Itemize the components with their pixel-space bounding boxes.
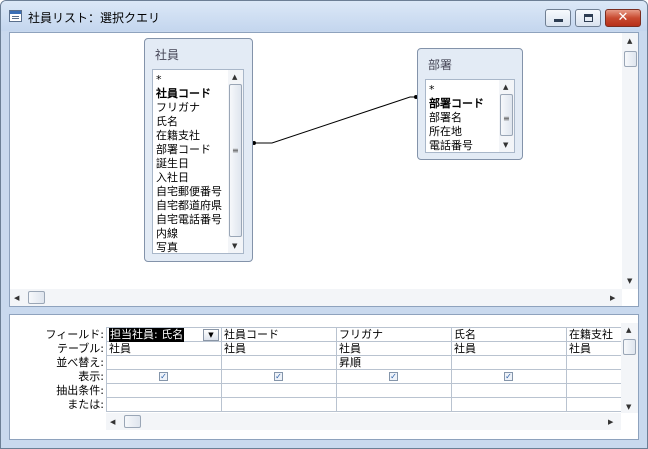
grid-row-label: または: [67, 398, 104, 411]
employee-table-title: 社員 [155, 48, 180, 62]
maximize-icon [584, 14, 593, 22]
field-list-item[interactable]: 自宅都道府県 [156, 199, 222, 213]
query-grid-pane[interactable]: フィールド: テーブル: 並べ替え: 表示: 抽出条件: または: 担当社員: 氏名 社員 ✓… [9, 314, 639, 440]
scroll-left-icon[interactable]: ◀ [14, 294, 19, 302]
grid-line [106, 355, 621, 356]
grid-cell-sort[interactable]: 昇順 [339, 356, 361, 370]
grid-cell-field[interactable]: 在籍支社 [569, 328, 613, 342]
show-checkbox[interactable]: ✓ [159, 372, 168, 381]
grid-line [336, 327, 337, 412]
field-list-item[interactable]: 氏名 [156, 115, 178, 129]
grid-cell-table[interactable]: 社員 [109, 342, 131, 356]
field-list-item[interactable]: 電話番号 [429, 139, 473, 152]
scroll-down-icon[interactable]: ▼ [627, 277, 632, 285]
grid-line [106, 369, 621, 370]
show-checkbox[interactable]: ✓ [504, 372, 513, 381]
field-list-item[interactable]: 入社日 [156, 171, 189, 185]
grid-row-label: 抽出条件: [56, 384, 104, 397]
minimize-icon [554, 19, 563, 22]
grid-scroll-up-icon[interactable]: ▲ [626, 326, 631, 334]
grid-scroll-right-icon[interactable]: ▶ [608, 418, 613, 426]
show-checkbox[interactable]: ✓ [274, 372, 283, 381]
list-scroll-thumb[interactable]: ≡ [500, 94, 513, 136]
grip-icon: ≡ [503, 114, 510, 123]
field-list-item[interactable]: 所在地 [429, 125, 462, 139]
grid-vertical-thumb[interactable] [623, 339, 636, 355]
design-grid[interactable]: 担当社員: 氏名 社員 ✓ ▼ 社員コード 社員 ✓ フリガナ 社員 昇順 ✓ 氏名 社員 ✓ 在籍支社 社員 [106, 327, 621, 412]
design-horizontal-scrollbar[interactable]: ◀ ▶ [10, 289, 622, 306]
title-bar[interactable]: 社員リスト：選択クエリ ✕ [1, 1, 647, 31]
field-list-item[interactable]: 内線 [156, 227, 178, 241]
grid-line [106, 383, 621, 384]
scroll-right-icon[interactable]: ▶ [610, 294, 615, 302]
field-dropdown-icon[interactable]: ▼ [203, 329, 219, 341]
relationship-line[interactable] [10, 33, 639, 307]
employee-field-list[interactable]: * 社員コード フリガナ 氏名 在籍支社 部署コード 誕生日 入社日 自宅郵便番号 自宅都道府県自… [152, 69, 244, 254]
list-scroll-thumb[interactable]: ≡ [229, 84, 242, 237]
grid-cell-field[interactable]: フリガナ [339, 328, 383, 342]
grip-icon: ≡ [232, 146, 239, 155]
grid-line [106, 327, 107, 412]
pane-splitter[interactable] [9, 307, 639, 312]
grid-cell-table[interactable]: 社員 [339, 342, 361, 356]
grid-horizontal-thumb[interactable] [124, 415, 141, 428]
grid-line [106, 411, 621, 412]
design-horizontal-thumb[interactable] [28, 291, 45, 304]
grid-vertical-scrollbar[interactable]: ▲ ▼ [621, 323, 638, 413]
scroll-up-icon[interactable]: ▲ [627, 37, 632, 45]
grid-line [566, 327, 567, 412]
grid-row-label: 表示: [78, 370, 104, 383]
field-list-scrollbar[interactable]: ▲ ≡ ▼ [499, 80, 514, 152]
field-list-item[interactable]: 在籍支社 [156, 129, 200, 143]
field-list-item[interactable]: 自宅郵便番号 [156, 185, 222, 199]
window-title: 社員リスト：選択クエリ [28, 11, 161, 25]
grid-cell-field[interactable]: 氏名 [454, 328, 476, 342]
grid-horizontal-scrollbar[interactable]: ◀ ▶ [106, 413, 621, 430]
grid-row-label: テーブル: [56, 342, 104, 355]
grid-scroll-left-icon[interactable]: ◀ [110, 418, 115, 426]
field-list-item[interactable]: 誕生日 [156, 157, 189, 171]
department-table-box[interactable]: 部署 * 部署コード 部署名 所在地 電話番号 ▲ ≡ ▼ [417, 48, 523, 160]
query-icon [9, 10, 22, 22]
grid-row-label: フィールド: [45, 328, 105, 341]
grid-cell-field[interactable]: 担当社員: 氏名 [109, 328, 185, 342]
field-list-item[interactable]: 部署コード [429, 97, 484, 111]
grid-cell-table[interactable]: 社員 [454, 342, 476, 356]
maximize-button[interactable] [575, 9, 601, 27]
department-table-title: 部署 [428, 58, 453, 72]
grid-scroll-down-icon[interactable]: ▼ [626, 403, 631, 411]
grid-line [106, 397, 621, 398]
field-list-item[interactable]: 写真 [156, 241, 178, 253]
grid-row-label: 並べ替え: [56, 356, 104, 369]
field-list-item[interactable]: 社員コード [156, 87, 211, 101]
field-list-item[interactable]: 部署名 [429, 111, 462, 125]
field-list-item[interactable]: * [429, 83, 435, 97]
close-icon: ✕ [617, 10, 629, 25]
field-list-item[interactable]: フリガナ [156, 101, 200, 115]
table-design-pane[interactable]: 社員 * 社員コード フリガナ 氏名 在籍支社 部署コード 誕生日 入社日 自宅郵便番号 自宅都道… [9, 32, 639, 307]
grid-line [221, 327, 222, 412]
close-button[interactable]: ✕ [605, 9, 641, 27]
query-window: 社員リスト：選択クエリ ✕ 社員 * 社員コード フリガナ 氏名 在籍支社 部署コード 誕生… [0, 0, 648, 449]
grid-cell-table[interactable]: 社員 [224, 342, 246, 356]
field-list-item[interactable]: * [156, 73, 162, 87]
department-field-list[interactable]: * 部署コード 部署名 所在地 電話番号 ▲ ≡ ▼ [425, 79, 515, 153]
list-scroll-up-icon[interactable]: ▲ [232, 73, 237, 81]
list-scroll-down-icon[interactable]: ▼ [503, 141, 508, 149]
minimize-button[interactable] [545, 9, 571, 27]
field-list-item[interactable]: 部署コード [156, 143, 211, 157]
grid-cell-table[interactable]: 社員 [569, 342, 591, 356]
show-checkbox[interactable]: ✓ [389, 372, 398, 381]
grid-cell-field[interactable]: 社員コード [224, 328, 279, 342]
design-vertical-thumb[interactable] [624, 51, 637, 67]
field-list-scrollbar[interactable]: ▲ ≡ ▼ [228, 70, 243, 253]
employee-table-box[interactable]: 社員 * 社員コード フリガナ 氏名 在籍支社 部署コード 誕生日 入社日 自宅郵便番号 自宅都道… [144, 38, 253, 262]
design-vertical-scrollbar[interactable]: ▲ ▼ [622, 33, 638, 289]
grid-line [451, 327, 452, 412]
list-scroll-up-icon[interactable]: ▲ [503, 83, 508, 91]
field-list-item[interactable]: 自宅電話番号 [156, 213, 222, 227]
list-scroll-down-icon[interactable]: ▼ [232, 242, 237, 250]
